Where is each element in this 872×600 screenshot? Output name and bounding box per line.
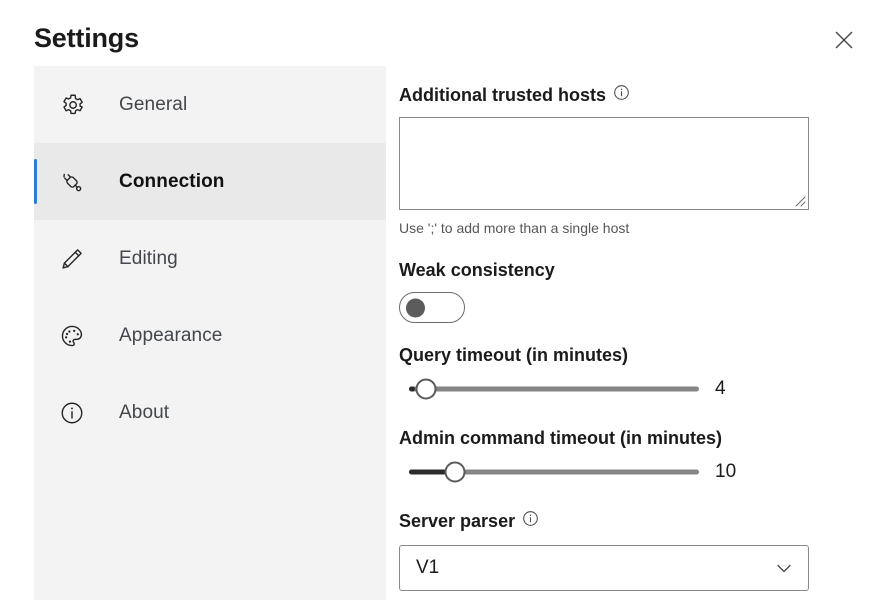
server-parser-label: Server parser xyxy=(399,508,849,534)
slider-track xyxy=(409,386,699,392)
server-parser-label-text: Server parser xyxy=(399,511,516,531)
sidebar-item-appearance[interactable]: Appearance xyxy=(34,297,386,374)
settings-sidebar: General Connection Editing Appearance Ab… xyxy=(34,66,386,600)
title-bar: Settings xyxy=(0,0,872,66)
slider-thumb[interactable] xyxy=(415,378,437,400)
slider-fill xyxy=(409,386,415,392)
palette-icon xyxy=(55,323,89,349)
close-button[interactable] xyxy=(822,18,866,62)
server-parser-value: V1 xyxy=(416,557,440,578)
selection-indicator xyxy=(34,159,37,204)
sidebar-item-editing[interactable]: Editing xyxy=(34,220,386,297)
trusted-hosts-input[interactable] xyxy=(399,117,809,210)
trusted-hosts-field: Additional trusted hosts Use ';' to add … xyxy=(399,82,849,238)
slider-thumb[interactable] xyxy=(444,461,466,483)
sidebar-item-label: Editing xyxy=(119,247,178,269)
chevron-down-icon xyxy=(774,558,794,578)
sidebar-item-connection[interactable]: Connection xyxy=(34,143,386,220)
admin-timeout-slider[interactable] xyxy=(399,456,699,488)
query-timeout-label: Query timeout (in minutes) xyxy=(399,345,629,365)
sidebar-item-label: General xyxy=(119,93,188,115)
query-timeout-slider[interactable] xyxy=(399,373,699,405)
close-icon xyxy=(833,29,855,51)
settings-content-pane: Additional trusted hosts Use ';' to add … xyxy=(399,66,849,600)
trusted-hosts-label-text: Additional trusted hosts xyxy=(399,85,606,105)
sidebar-item-label: Appearance xyxy=(119,324,223,346)
toggle-knob xyxy=(406,298,425,317)
weak-consistency-toggle[interactable] xyxy=(399,292,465,323)
admin-timeout-field: Admin command timeout (in minutes) 10 xyxy=(399,425,849,489)
server-parser-dropdown[interactable]: V1 xyxy=(399,545,809,591)
plug-icon xyxy=(55,168,89,196)
trusted-hosts-hint: Use ';' to add more than a single host xyxy=(399,220,630,236)
trusted-hosts-label: Additional trusted hosts xyxy=(399,82,849,108)
query-timeout-value: 4 xyxy=(715,378,726,399)
sidebar-item-label: Connection xyxy=(119,170,225,192)
pencil-icon xyxy=(55,246,89,272)
query-timeout-field: Query timeout (in minutes) 4 xyxy=(399,342,849,406)
page-title: Settings xyxy=(34,23,139,53)
info-circle-icon xyxy=(55,400,89,426)
sidebar-item-label: About xyxy=(119,401,170,423)
weak-consistency-label: Weak consistency xyxy=(399,260,555,280)
gear-icon xyxy=(55,92,89,118)
admin-timeout-label: Admin command timeout (in minutes) xyxy=(399,428,723,448)
server-parser-field: Server parser V1 xyxy=(399,508,849,591)
slider-fill xyxy=(409,469,447,475)
weak-consistency-field: Weak consistency xyxy=(399,257,849,323)
sidebar-item-about[interactable]: About xyxy=(34,374,386,451)
admin-timeout-value: 10 xyxy=(715,461,737,482)
info-icon[interactable] xyxy=(613,84,630,101)
info-icon[interactable] xyxy=(522,510,539,527)
sidebar-item-general[interactable]: General xyxy=(34,66,386,143)
